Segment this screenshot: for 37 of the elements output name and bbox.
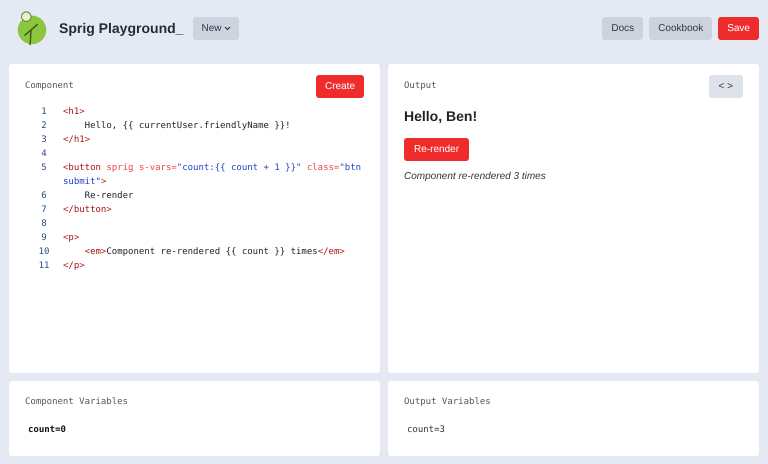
line-number: 7 xyxy=(40,204,48,217)
line-number: 9 xyxy=(40,232,48,245)
code-line: <h1> xyxy=(63,106,86,119)
panel-title: Component xyxy=(25,81,74,91)
code-line: Re-render xyxy=(84,190,134,203)
panel-title: Component Variables xyxy=(25,397,129,407)
panel-title: Output xyxy=(404,81,437,91)
panel-title: Output Variables xyxy=(404,397,492,407)
chevron-down-icon xyxy=(224,26,232,30)
code-line: </p> xyxy=(63,260,86,273)
save-button[interactable]: Save xyxy=(718,16,759,40)
line-number: 3 xyxy=(40,134,48,147)
code-line: <em>Component re-rendered {{ count }} times</em> xyxy=(84,246,346,259)
code-line: </button> xyxy=(63,204,113,217)
code-toggle-button[interactable]: < > xyxy=(708,74,743,98)
header-button[interactable]: Cookbook xyxy=(649,16,712,40)
re-render-button[interactable]: Re-render xyxy=(404,138,470,161)
line-number: 6 xyxy=(40,190,48,203)
code-line: <button sprig s-vars="count:{{ count + 1 }}" class="btn submit"> xyxy=(63,162,362,189)
code-line: Hello, {{ currentUser.friendlyName }}! xyxy=(84,120,292,133)
header-button[interactable]: Docs xyxy=(602,16,644,40)
output-heading: Hello, Ben! xyxy=(404,108,478,124)
create-button[interactable]: Create xyxy=(316,74,364,98)
line-number: 8 xyxy=(40,218,48,231)
code-line: <p> xyxy=(63,232,80,245)
variable-value: count=0 xyxy=(27,425,67,435)
app-title: Sprig Playground_ xyxy=(59,20,184,36)
render-count-text: Component re-rendered 3 times xyxy=(404,171,546,182)
code-line: </h1> xyxy=(63,134,92,147)
line-number: 5 xyxy=(40,162,48,175)
line-number: 4 xyxy=(40,148,48,161)
new-button[interactable]: New xyxy=(193,16,240,40)
line-number: 10 xyxy=(38,246,50,259)
line-number: 11 xyxy=(38,260,50,273)
line-number: 1 xyxy=(40,106,48,119)
line-number: 2 xyxy=(40,120,48,133)
variable-value: count=3 xyxy=(406,425,446,435)
